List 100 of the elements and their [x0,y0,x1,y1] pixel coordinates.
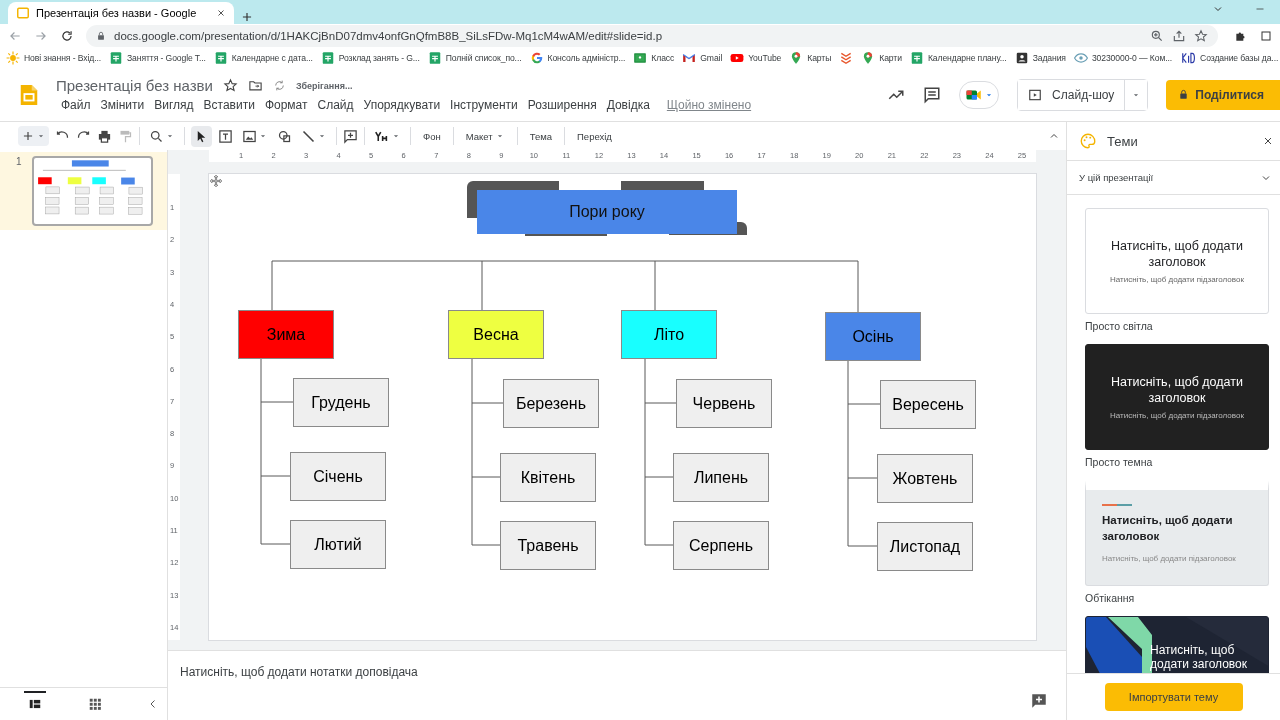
bookmark[interactable]: Нові знання - Вхід... [6,51,101,65]
toolbar-button[interactable]: Тема [523,127,559,145]
month-shape[interactable]: Листопад [877,522,973,571]
sheets-icon [427,51,442,65]
menu-item[interactable]: Слайд [312,98,359,112]
save-status: Зберігання... [295,80,353,91]
text-box-icon[interactable] [218,128,233,144]
back-icon[interactable] [8,29,22,43]
bookmark[interactable]: Консоль адміністр... [529,51,626,65]
sun-icon [6,51,20,65]
address-bar[interactable]: docs.google.com/presentation/d/1HAKCjBnD07dmv4onfGnQfmB8B_SiLsFDw-Mq1cM4wAM/edit#slide=id.p [86,25,1218,47]
bookmark[interactable]: Карты [789,51,832,65]
comment-icon[interactable] [923,85,942,104]
bookmark[interactable]: Класс [633,51,675,65]
season-shape[interactable]: Осінь [825,312,921,361]
month-shape[interactable]: Червень [676,379,772,428]
theme-preview[interactable]: Натисніть, щоб додати заголовок Натисніть, щоб додати підзаголовок [1085,208,1269,314]
close-icon[interactable] [1262,135,1274,147]
mail-icon [682,51,697,65]
sheets-icon [320,51,335,65]
menu-item[interactable]: Довідка [601,98,655,112]
move-folder-icon[interactable] [247,78,263,93]
slideshow-button[interactable]: Слайд-шоу [1018,79,1126,110]
theme-name: Обтікання [1085,592,1136,604]
slide-thumbnail[interactable] [32,156,153,226]
zoom-icon [149,128,164,144]
new-slide-button[interactable] [18,126,49,146]
theme-name: Просто темна [1085,456,1154,468]
month-shape[interactable]: Квітень [500,453,596,502]
month-shape[interactable]: Вересень [880,380,976,429]
add-comment-icon[interactable] [343,128,358,144]
menu-item[interactable]: Розширення [522,98,602,112]
share-button[interactable]: Поділитися [1166,79,1280,110]
toolbar-button[interactable]: Фон [417,127,447,145]
season-shape[interactable]: Весна [448,310,544,359]
season-shape[interactable]: Літо [621,310,717,359]
bookmark[interactable]: Карти [861,51,902,65]
menu-item[interactable]: Вигляд [149,98,199,112]
bookmark[interactable]: Создание базы да... [1180,51,1279,65]
lock-icon [1178,89,1190,100]
bookmark[interactable]: Gmail [682,51,723,65]
new-tab-icon[interactable] [240,10,254,24]
import-theme-button[interactable]: Імпортувати тему [1104,683,1243,711]
slide-canvas[interactable]: Пори року Зима Грудень Січень Лютий Весна Березень Квітень Травень Літо Червень Липень Серпень Осінь Вересень Жовтень Листопад [209,174,1036,640]
title-shape[interactable]: Пори року [477,190,737,234]
star-icon[interactable] [222,78,238,93]
share-icon[interactable] [1172,29,1186,43]
filmstrip-item[interactable]: 1 [0,152,167,230]
speaker-notes-field[interactable]: Натисніть, щоб додати нотатки доповідача [168,651,1066,720]
month-shape[interactable]: Грудень [293,378,389,427]
sheets-icon [109,51,123,65]
menu-item[interactable]: Формат [259,98,313,112]
select-tool[interactable] [191,125,212,147]
document-title[interactable]: Презентація без назви [56,77,213,94]
menu-item[interactable]: Вставити [198,98,260,112]
browser-tab[interactable]: Презентація без назви - Google [8,2,234,24]
theme-name: Просто світла [1085,320,1154,332]
month-shape[interactable]: Серпень [673,521,769,570]
bookmark[interactable]: Полній список_по... [427,51,522,65]
logo-icon [1180,51,1197,65]
toolbar-button[interactable]: Макет [459,127,511,145]
month-shape[interactable]: Липень [673,453,769,502]
lock-icon [96,31,106,41]
season-shape[interactable]: Зима [238,310,334,359]
menu-item[interactable]: Файл [56,98,96,112]
month-shape[interactable]: Жовтень [877,454,973,503]
zoom-icon[interactable] [1150,29,1164,43]
last-edit-link[interactable]: Щойно змінено [666,98,752,112]
list-view-icon [28,697,42,711]
theme-preview[interactable]: Натисніть, щоб додати заголовок Натисніть, щоб додати підзаголовок [1085,480,1269,586]
bookmark[interactable]: Розклад занять - G... [320,51,420,65]
menu-item[interactable]: Змінити [95,98,150,112]
bookmark[interactable]: Календарне плану... [909,51,1007,65]
month-shape[interactable]: Травень [500,521,596,570]
close-icon[interactable] [216,8,226,18]
window-icon[interactable] [1260,29,1272,43]
toolbar-button[interactable]: Перехід [571,127,618,145]
meet-button[interactable] [959,80,1000,109]
theme-subheading: Натисніть, щоб додати підзаголовок [1110,411,1244,420]
month-shape[interactable]: Лютий [290,520,386,569]
bookmark[interactable]: Календарне с дата... [213,51,313,65]
image-icon [242,128,257,144]
star-icon[interactable] [1194,29,1208,43]
menu-item[interactable]: Упорядкувати [358,98,446,112]
bookmark[interactable]: YouTube [730,51,782,65]
bookmark[interactable]: Заняття - Google T... [109,51,206,65]
bookmark[interactable] [839,51,854,65]
bookmark[interactable]: 30230000-0 — Ком... [1073,51,1173,65]
sheets-icon [909,51,924,65]
theme-preview[interactable]: Натисніть, щоб додати заголовок Натисніть, щоб додати підзаголовок [1085,344,1269,450]
move-cursor-icon [209,174,223,188]
month-shape[interactable]: Січень [290,452,386,501]
feedback-icon [1030,692,1048,710]
reload-icon[interactable] [60,29,74,43]
bookmark[interactable]: Задания [1014,51,1066,65]
month-shape[interactable]: Березень [503,379,599,428]
menu-item[interactable]: Інструменти [445,98,523,112]
shapes-icon[interactable] [277,128,292,144]
print-icon[interactable] [97,128,112,144]
play-icon [730,51,745,65]
